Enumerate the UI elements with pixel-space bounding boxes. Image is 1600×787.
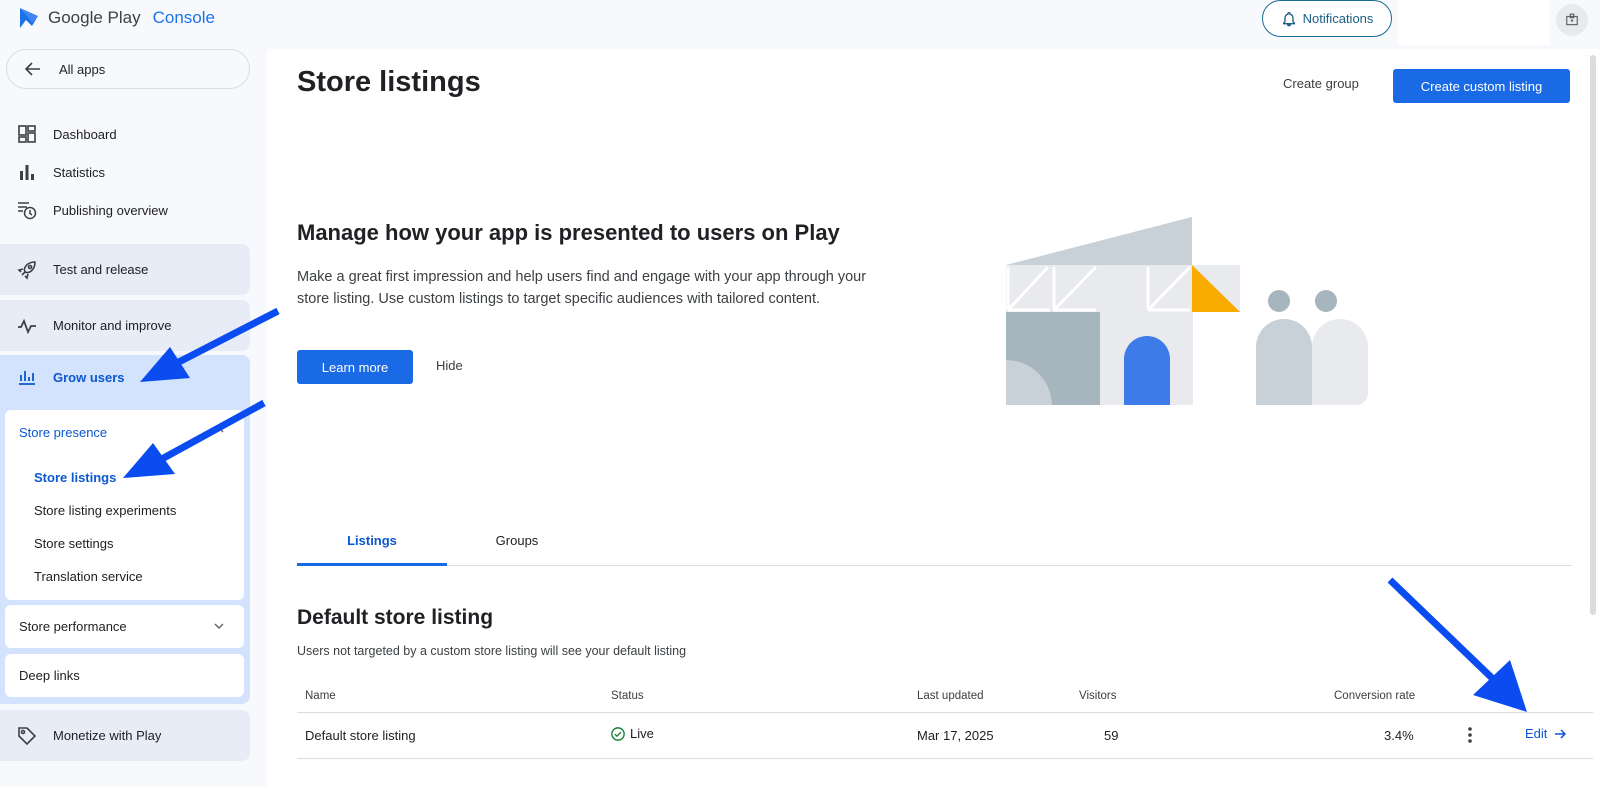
table-divider (297, 712, 1593, 713)
cell-status: Live (611, 726, 654, 741)
column-header-conversion-rate: Conversion rate (1334, 690, 1416, 702)
logo-text-console: Console (152, 8, 215, 27)
bell-icon (1282, 11, 1295, 26)
sidebar-group-label: Test and release (53, 262, 149, 277)
hero-title: Manage how your app is presented to user… (297, 220, 840, 245)
cell-conversion-rate: 3.4% (1384, 728, 1414, 743)
sidebar-group-monetize-with-play[interactable]: Monetize with Play (0, 710, 250, 761)
cell-name: Default store listing (305, 728, 416, 743)
cell-last-updated: Mar 17, 2025 (917, 728, 994, 743)
grow-users-icon (16, 366, 38, 388)
sidebar-item-label: Statistics (53, 164, 106, 180)
hide-button[interactable]: Hide (436, 358, 463, 373)
more-options-icon[interactable] (1468, 727, 1472, 743)
column-header-visitors: Visitors (1079, 690, 1117, 702)
learn-more-button[interactable]: Learn more (297, 350, 413, 384)
account-icon (1566, 13, 1578, 26)
arrow-right-icon (1555, 728, 1567, 739)
sidebar-item-store-listings[interactable]: Store listings (34, 470, 116, 485)
account-button[interactable] (1556, 4, 1588, 36)
chevron-down-icon (214, 623, 224, 629)
check-circle-icon (611, 726, 625, 741)
sidebar-group-monitor-and-improve[interactable]: Monitor and improve (0, 300, 250, 351)
publishing-icon (16, 199, 38, 221)
sidebar-group-label: Grow users (53, 369, 125, 385)
status-live-label: Live (630, 726, 654, 741)
tab-listings[interactable]: Listings (297, 533, 447, 566)
bar-chart-icon (16, 161, 38, 183)
column-header-name: Name (305, 690, 336, 702)
sidebar-item-publishing-overview[interactable]: Publishing overview (16, 195, 168, 225)
cell-visitors: 59 (1104, 728, 1119, 743)
create-custom-listing-button[interactable]: Create custom listing (1393, 69, 1570, 103)
sidebar-group-label: Monetize with Play (53, 728, 162, 743)
back-arrow-icon (25, 62, 41, 76)
table-divider (297, 758, 1593, 759)
sidebar-item-store-listing-experiments[interactable]: Store listing experiments (34, 503, 176, 518)
all-apps-label: All apps (59, 62, 106, 77)
top-bar-blank-area (1398, 0, 1550, 45)
store-presence-title[interactable]: Store presence (19, 425, 107, 440)
default-store-listing-title: Default store listing (297, 606, 494, 629)
tag-icon (16, 725, 38, 747)
sidebar-item-label: Publishing overview (53, 202, 168, 218)
chevron-up-icon[interactable] (214, 427, 224, 433)
listing-tabs: Listings Groups (297, 533, 1572, 566)
sidebar-item-label: Dashboard (53, 126, 117, 142)
sidebar-group-label: Monitor and improve (53, 318, 172, 333)
rocket-icon (16, 259, 38, 281)
sidebar-item-store-performance[interactable]: Store performance (5, 605, 244, 648)
create-group-button[interactable]: Create group (1283, 76, 1359, 91)
edit-label: Edit (1525, 726, 1548, 741)
google-play-console-logo[interactable]: Google Play Console (18, 6, 215, 30)
sidebar-group-test-and-release[interactable]: Test and release (0, 244, 250, 295)
scrollbar[interactable] (1590, 55, 1596, 615)
sidebar-item-store-settings[interactable]: Store settings (34, 536, 114, 551)
dashboard-icon (16, 123, 38, 145)
sidebar-item-translation-service[interactable]: Translation service (34, 569, 143, 584)
play-console-logo-icon (20, 8, 38, 28)
sidebar-item-deep-links[interactable]: Deep links (5, 654, 244, 697)
tab-groups[interactable]: Groups (472, 533, 562, 566)
main-panel (267, 49, 1600, 787)
page-title: Store listings (297, 66, 481, 98)
sidebar-item-statistics[interactable]: Statistics (16, 157, 105, 187)
column-header-status: Status (611, 690, 644, 702)
default-store-listing-description: Users not targeted by a custom store lis… (297, 644, 687, 658)
notifications-label: Notifications (1302, 11, 1374, 26)
column-header-last-updated: Last updated (917, 690, 984, 702)
store-performance-label: Store performance (19, 619, 127, 634)
store-illustration (1006, 217, 1368, 405)
store-presence-section: Store presence Store listings Store list… (5, 410, 244, 600)
hero-description: Make a great first impression and help u… (297, 269, 867, 307)
sidebar-item-dashboard[interactable]: Dashboard (16, 119, 117, 149)
notifications-button[interactable]: Notifications (1262, 0, 1392, 37)
top-bar: Google Play Console Notifications (0, 0, 1600, 45)
sidebar-group-grow-users[interactable]: Grow users (16, 366, 125, 388)
all-apps-button[interactable]: All apps (6, 49, 250, 89)
edit-listing-link[interactable]: Edit (1525, 726, 1567, 741)
deep-links-label: Deep links (19, 668, 80, 683)
logo-text-google-play: Google Play (48, 8, 141, 27)
pulse-icon (16, 315, 38, 337)
